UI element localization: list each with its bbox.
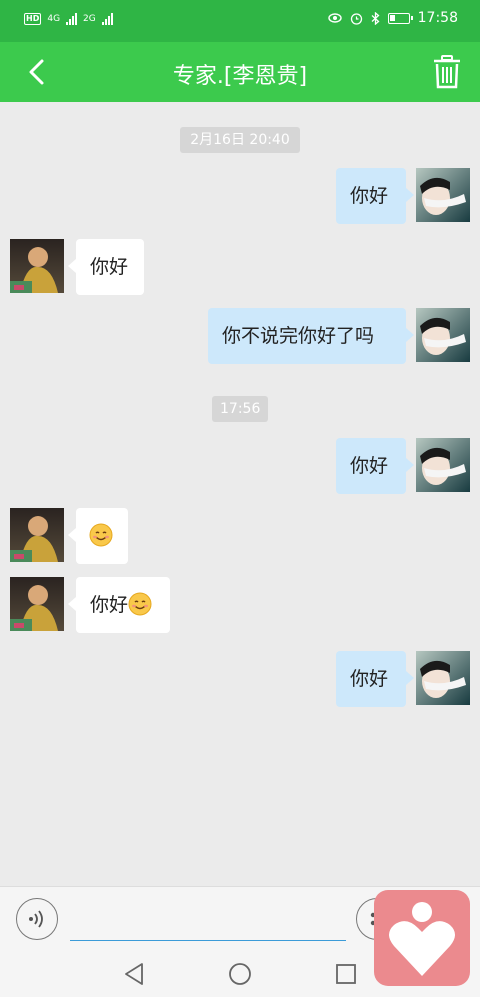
signal-icon-1 (66, 13, 78, 25)
timestamp-label: 17:56 (212, 396, 268, 422)
trash-icon[interactable] (432, 55, 462, 89)
network-type-1: 4G (47, 14, 61, 24)
expert-avatar[interactable] (10, 239, 64, 293)
message-bubble-received[interactable] (68, 508, 128, 564)
nav-home-icon[interactable] (226, 960, 254, 988)
nav-recent-icon[interactable] (332, 960, 360, 988)
battery-fill (389, 14, 395, 21)
page-title: 专家.[李恩贵] (172, 64, 308, 89)
status-right: 17:58 (327, 10, 458, 26)
nav-back-icon[interactable] (120, 960, 148, 988)
message-bubble-received[interactable]: 你好 (68, 577, 170, 633)
bluetooth-icon (371, 11, 380, 25)
timestamp-label: 2月16日 20:40 (180, 127, 300, 153)
status-bar: HD 4G 2G 17:58 (0, 0, 480, 42)
user-avatar[interactable] (416, 438, 470, 492)
alarm-icon (350, 12, 362, 25)
heart-person-icon (389, 902, 455, 976)
smile-emoji-icon (89, 523, 113, 546)
floating-app-button[interactable] (374, 890, 470, 986)
voice-button[interactable] (16, 898, 58, 940)
user-avatar[interactable] (416, 168, 470, 222)
message-bubble-sent[interactable]: 你好 (336, 168, 414, 224)
expert-avatar[interactable] (10, 508, 64, 562)
message-bubble-sent[interactable]: 你不说完你好了吗 (208, 308, 414, 364)
eye-icon (327, 13, 342, 23)
hd-badge: HD (24, 13, 42, 25)
expert-avatar[interactable] (10, 577, 64, 631)
smile-emoji-icon (128, 592, 152, 615)
message-bubble-sent[interactable]: 你好 (336, 651, 414, 707)
status-left: HD 4G 2G (24, 13, 113, 25)
voice-icon (28, 909, 43, 928)
clock: 17:58 (417, 10, 458, 26)
battery-icon (387, 12, 413, 24)
title-bar: 专家.[李恩贵] (0, 42, 480, 102)
message-bubble-sent[interactable]: 你好 (336, 438, 414, 494)
signal-icon-2 (101, 13, 113, 25)
network-type-2: 2G (83, 14, 96, 24)
message-input[interactable] (70, 901, 346, 941)
message-bubble-received[interactable]: 你好 (68, 239, 144, 295)
user-avatar[interactable] (416, 308, 470, 362)
message-text: 你好 (90, 594, 129, 616)
user-avatar[interactable] (416, 651, 470, 705)
